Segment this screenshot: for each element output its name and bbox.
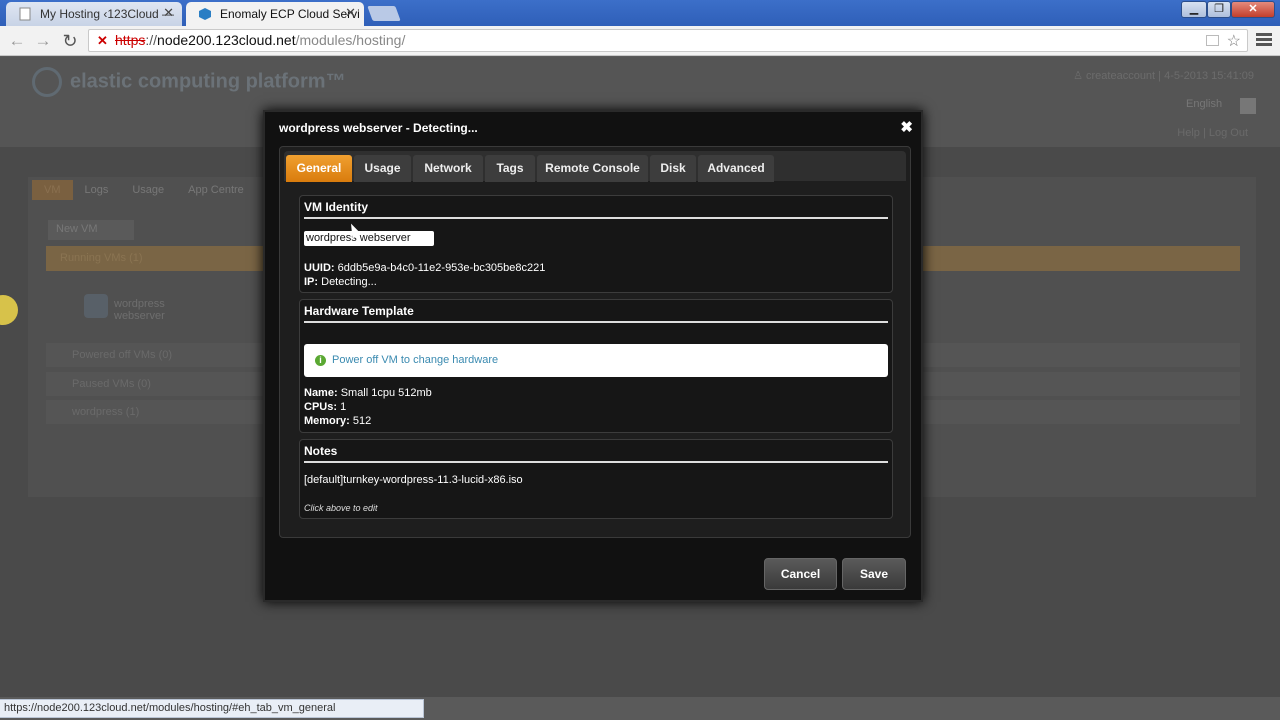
back-arrow-icon[interactable]: ← [6, 30, 28, 52]
browser-menu-icon[interactable] [1256, 32, 1272, 48]
brand-logo: elastic computing platform™ [32, 67, 346, 97]
browser-titlebar: My Hosting ‹123Cloud — ✕ Enomaly ECP Clo… [0, 0, 1280, 26]
url-host: node200.123cloud.net [157, 32, 296, 48]
memory-value: 512 [352, 415, 372, 427]
tab-usage[interactable]: Usage [120, 180, 176, 200]
bookmark-star-icon[interactable]: ☆ [1227, 31, 1241, 52]
cpus-value: 1 [340, 401, 347, 413]
vm-tile[interactable]: wordpress webserver [80, 290, 240, 322]
enomaly-logo-icon [199, 8, 211, 20]
notes-section: Notes [default]turnkey-wordpress-11.3-lu… [299, 439, 893, 519]
window-close-button[interactable]: ✕ [1231, 1, 1275, 18]
language-value: English [1186, 98, 1223, 110]
vm-details-dialog: wordpress webserver - Detecting... ✖ Gen… [263, 110, 923, 602]
help-links[interactable]: Help | Log Out [1177, 127, 1248, 139]
hardware-name-line: Name: Small 1cpu 512mb [304, 387, 432, 399]
dialog-tabs: General Usage Network Tags Remote Consol… [284, 151, 906, 182]
page-action-icon[interactable] [1206, 35, 1219, 46]
ecp-logo-icon [32, 67, 62, 97]
dialog-body: General Usage Network Tags Remote Consol… [279, 146, 911, 538]
hardware-name-value: Small 1cpu 512mb [340, 387, 432, 399]
browser-tab-my-hosting[interactable]: My Hosting ‹123Cloud — ✕ [6, 2, 182, 26]
maximize-button[interactable]: ❐ [1207, 1, 1231, 18]
notes-edit-hint: Click above to edit [304, 503, 378, 513]
section-heading: Hardware Template [304, 304, 888, 323]
brand-text: elastic computing platform™ [70, 70, 346, 93]
insecure-https-icon: ✕ [97, 33, 108, 48]
vm-icon [84, 294, 108, 318]
ip-value: Detecting... [321, 276, 377, 288]
hardware-notice: i Power off VM to change hardware [304, 344, 888, 377]
tab-usage[interactable]: Usage [354, 155, 411, 182]
info-icon: i [315, 355, 326, 366]
user-info: ♙ createaccount | 4-5-2013 15:41:09 [1073, 70, 1254, 82]
page-tabs: VM Logs Usage App Centre [32, 180, 256, 204]
url-path: /modules/hosting/ [295, 32, 406, 48]
forward-arrow-icon[interactable]: → [32, 30, 54, 52]
url-separator: :// [145, 32, 158, 48]
tab-network[interactable]: Network [413, 155, 483, 182]
section-heading: Notes [304, 444, 888, 463]
tab-disk[interactable]: Disk [650, 155, 696, 182]
hardware-notice-text: Power off VM to change hardware [332, 354, 499, 366]
tab-close-icon[interactable]: ✕ [345, 5, 356, 21]
address-bar[interactable]: ✕ https://node200.123cloud.net/modules/h… [88, 29, 1248, 52]
vm-name-field[interactable]: wordpress webserver [304, 231, 434, 246]
chevron-down-icon [1240, 98, 1256, 114]
section-heading: VM Identity [304, 200, 888, 219]
hardware-section: Hardware Template i Power off VM to chan… [299, 299, 893, 433]
url-protocol: https [115, 32, 146, 48]
tab-vm[interactable]: VM [32, 180, 73, 200]
dialog-title: wordpress webserver - Detecting... [279, 121, 478, 135]
click-highlight [0, 295, 18, 325]
tab-logs[interactable]: Logs [73, 180, 121, 200]
vm-identity-section: VM Identity wordpress webserver UUID: 6d… [299, 195, 893, 293]
language-select[interactable]: English [1186, 98, 1256, 115]
uuid-label: UUID: [304, 262, 335, 274]
notes-text[interactable]: [default]turnkey-wordpress-11.3-lucid-x8… [304, 474, 523, 486]
cpus-line: CPUs: 1 [304, 401, 346, 413]
tab-title: Enomaly ECP Cloud Servi [220, 7, 360, 21]
memory-line: Memory: 512 [304, 415, 371, 427]
cpus-label: CPUs: [304, 401, 338, 413]
memory-label: Memory: [304, 415, 350, 427]
tab-general[interactable]: General [286, 155, 352, 182]
vm-tile-label: wordpress webserver [114, 298, 165, 322]
tab-close-icon[interactable]: ✕ [163, 5, 174, 21]
cancel-button[interactable]: Cancel [764, 558, 837, 590]
tab-remote-console[interactable]: Remote Console [537, 155, 648, 182]
hardware-name-label: Name: [304, 387, 338, 399]
uuid-line: UUID: 6ddb5e9a-b4c0-11e2-953e-bc305be8c2… [304, 262, 545, 274]
page-icon [19, 7, 31, 21]
new-tab-button[interactable] [367, 6, 401, 21]
minimize-button[interactable]: ▁ [1181, 1, 1207, 18]
new-vm-button[interactable]: New VM [48, 220, 134, 240]
save-button[interactable]: Save [842, 558, 906, 590]
close-icon[interactable]: ✖ [900, 118, 913, 136]
browser-toolbar: ← → ↻ ✕ https://node200.123cloud.net/mod… [0, 26, 1280, 56]
ip-label: IP: [304, 276, 319, 288]
browser-tab-enomaly[interactable]: Enomaly ECP Cloud Servi ✕ [186, 2, 364, 26]
tab-advanced[interactable]: Advanced [698, 155, 774, 182]
reload-icon[interactable]: ↻ [59, 30, 81, 52]
tab-title: My Hosting ‹123Cloud — [40, 7, 175, 21]
ip-line: IP: Detecting... [304, 276, 377, 288]
status-bar-url: https://node200.123cloud.net/modules/hos… [0, 699, 424, 718]
tab-app-centre[interactable]: App Centre [176, 180, 256, 200]
tab-tags[interactable]: Tags [485, 155, 535, 182]
uuid-value: 6ddb5e9a-b4c0-11e2-953e-bc305be8c221 [337, 262, 546, 274]
